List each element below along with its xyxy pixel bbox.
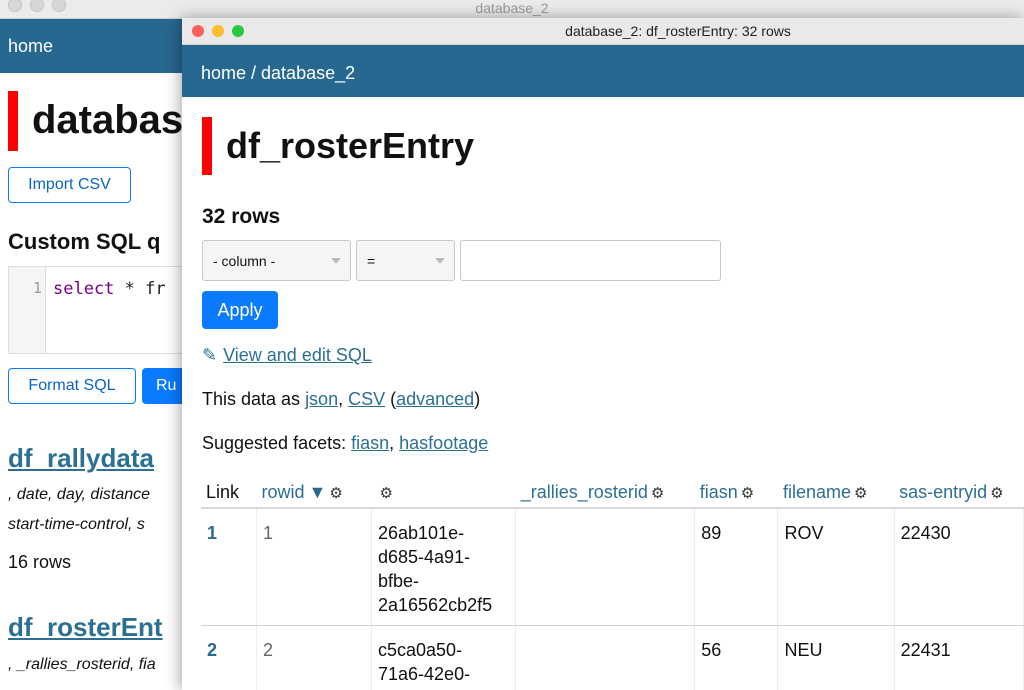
- table-columns-line: , _rallies_rosterid, fia: [8, 656, 156, 673]
- column-header-rallies-rosterid[interactable]: _rallies_rosterid ⚙: [515, 477, 695, 509]
- open-paren: (: [385, 389, 397, 409]
- column-header-label[interactable]: _rallies_rosterid: [521, 482, 648, 502]
- foreground-window-title: database_2: df_rosterEntry: 32 rows: [565, 23, 791, 39]
- column-select[interactable]: - column -: [202, 240, 351, 281]
- facets-separator: ,: [389, 433, 400, 453]
- table-link-df-rosterentry[interactable]: df_rosterEnt: [8, 612, 163, 643]
- gear-icon[interactable]: ⚙: [651, 484, 664, 502]
- foreground-title-bar: database_2: df_rosterEntry: 32 rows: [182, 18, 1024, 45]
- csv-link[interactable]: CSV: [348, 389, 385, 409]
- close-paren: ): [474, 389, 481, 409]
- column-header-label[interactable]: fiasn: [700, 482, 738, 502]
- page-title: df_rosterEntry: [202, 117, 474, 175]
- rosterid-cell: [515, 625, 696, 690]
- rowid-cell: 1: [256, 508, 373, 626]
- apply-button[interactable]: Apply: [202, 291, 278, 329]
- facet-link-fiasn[interactable]: fiasn: [351, 433, 389, 453]
- view-edit-sql-link[interactable]: View and edit SQL: [223, 345, 372, 365]
- advanced-link[interactable]: advanced: [396, 389, 474, 409]
- row-link[interactable]: 2: [207, 640, 217, 660]
- id-text-line: 2a16562cb2f5: [378, 595, 493, 615]
- operator-select-value: =: [367, 253, 376, 269]
- column-header-label[interactable]: filename: [783, 482, 851, 502]
- facets-prefix: Suggested facets:: [202, 433, 352, 453]
- export-prefix: This data as: [202, 389, 306, 409]
- editor-code[interactable]: select * fr: [53, 279, 166, 299]
- filter-value-input[interactable]: [460, 240, 721, 281]
- table-row: 2 2 c5ca0a50- 71a6-42e0- 56 NEU 22431: [201, 625, 1024, 690]
- link-cell: 1: [201, 508, 257, 626]
- column-select-value: - column -: [213, 253, 276, 269]
- sql-keyword: select: [53, 279, 115, 299]
- column-header-fiasn[interactable]: fiasn ⚙: [694, 477, 778, 509]
- id-cell: c5ca0a50- 71a6-42e0-: [371, 625, 517, 690]
- entryid-cell: 22430: [894, 508, 1024, 626]
- custom-sql-heading: Custom SQL q: [8, 229, 161, 254]
- import-csv-button[interactable]: Import CSV: [8, 167, 131, 203]
- gear-icon[interactable]: ⚙: [990, 484, 1003, 502]
- column-header-sas-entryid[interactable]: sas-entryid ⚙: [894, 477, 1024, 509]
- gear-icon[interactable]: ⚙: [854, 484, 867, 502]
- export-separator: ,: [338, 389, 349, 409]
- entryid-cell: 22431: [894, 625, 1024, 690]
- sort-descending-icon[interactable]: ▼: [309, 482, 327, 502]
- suggested-facets-row: Suggested facets: fiasn, hasfootage: [202, 433, 488, 454]
- view-edit-sql-row: ✎ View and edit SQL: [202, 345, 372, 366]
- facet-link-hasfootage[interactable]: hasfootage: [399, 433, 488, 453]
- column-header-link: Link: [201, 477, 257, 509]
- gear-icon[interactable]: ⚙: [380, 484, 393, 502]
- id-text-line: 71a6-42e0-: [378, 664, 471, 684]
- rowid-cell: 2: [256, 625, 373, 690]
- editor-line-number: 1: [33, 279, 43, 297]
- nav-bar: home / database_2: [182, 45, 1024, 97]
- column-header-label[interactable]: sas-entryid: [899, 482, 987, 502]
- home-link[interactable]: home: [8, 36, 53, 57]
- chevron-down-icon: [331, 258, 341, 264]
- column-header-id[interactable]: ⚙: [371, 477, 516, 509]
- data-table: Link rowid ▼ ⚙ ⚙ _rallies_rosterid ⚙ fiasn ⚙…: [201, 477, 1024, 690]
- background-window-title: database_2: [475, 0, 549, 16]
- column-header-filename[interactable]: filename ⚙: [777, 477, 895, 509]
- filename-cell: ROV: [777, 508, 895, 626]
- fiasn-cell: 89: [694, 508, 779, 626]
- id-text-line: d685-4a91-: [378, 547, 471, 567]
- table-row-count: 16 rows: [8, 552, 72, 572]
- export-formats-row: This data as json, CSV (advanced): [202, 389, 480, 410]
- column-header-label: Link: [206, 481, 240, 502]
- id-cell: 26ab101e-d685-4a91- bfbe- 2a16562cb2f5: [371, 508, 517, 626]
- table-columns-line: start-time-control, s: [8, 516, 145, 533]
- json-link[interactable]: json: [305, 389, 338, 409]
- sql-editor[interactable]: 1 select * fr: [8, 266, 210, 354]
- table-link-df-rallydata[interactable]: df_rallydata: [8, 443, 154, 474]
- foreground-window: database_2: df_rosterEntry: 32 rows home…: [182, 18, 1024, 690]
- link-cell: 2: [201, 625, 257, 690]
- background-page-title: databas: [8, 91, 183, 151]
- format-sql-button[interactable]: Format SQL: [8, 368, 136, 404]
- chevron-down-icon: [435, 258, 445, 264]
- breadcrumb[interactable]: home / database_2: [201, 63, 355, 84]
- gear-icon[interactable]: ⚙: [741, 484, 754, 502]
- row-link[interactable]: 1: [207, 523, 217, 543]
- table-header-row: Link rowid ▼ ⚙ ⚙ _rallies_rosterid ⚙ fiasn ⚙…: [201, 477, 1024, 509]
- gear-icon[interactable]: ⚙: [329, 484, 342, 502]
- table-columns-line: , date, day, distance: [8, 486, 151, 503]
- operator-select[interactable]: =: [356, 240, 455, 281]
- fiasn-cell: 56: [694, 625, 779, 690]
- rosterid-cell: [515, 508, 696, 626]
- sql-code-rest: * fr: [114, 279, 166, 299]
- id-text-line: 26ab101e-: [378, 523, 465, 543]
- column-header-rowid[interactable]: rowid ▼ ⚙: [256, 477, 372, 509]
- pencil-icon: ✎: [202, 345, 218, 365]
- column-header-label[interactable]: rowid: [261, 482, 304, 502]
- id-text-line: c5ca0a50-: [378, 640, 463, 660]
- id-text-line: bfbe-: [378, 571, 420, 591]
- filename-cell: NEU: [777, 625, 895, 690]
- table-row: 1 1 26ab101e-d685-4a91- bfbe- 2a16562cb2f5…: [201, 508, 1024, 626]
- background-title-bar: database_2: [0, 0, 1024, 19]
- row-count: 32 rows: [202, 205, 281, 228]
